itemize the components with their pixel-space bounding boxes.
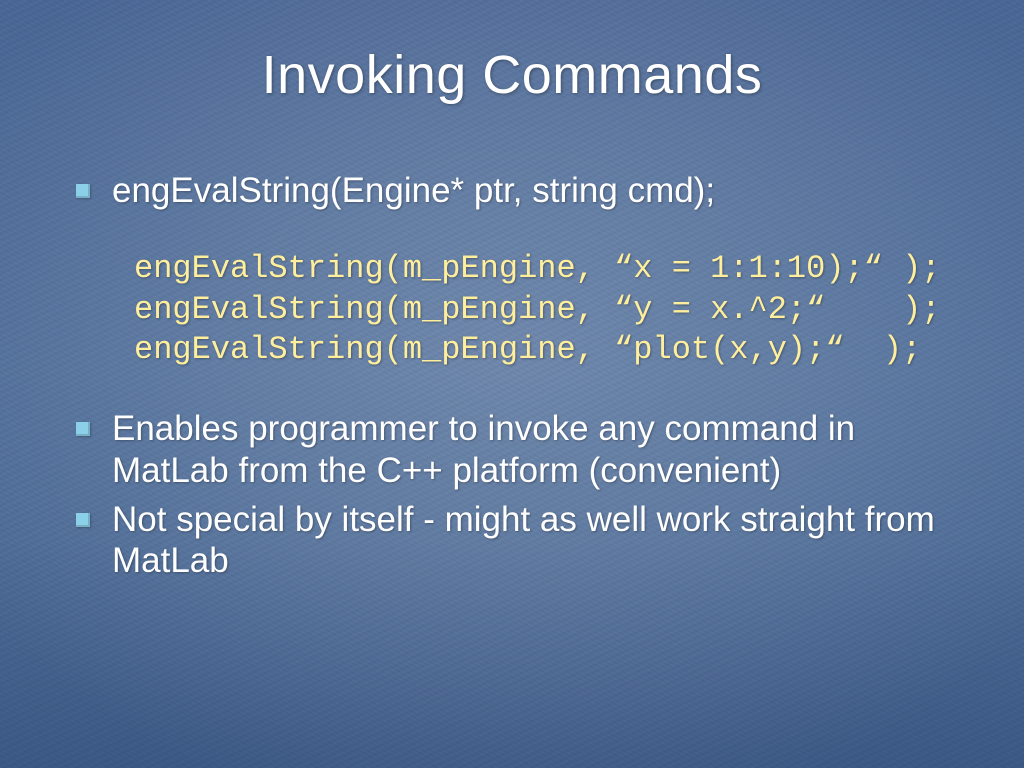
bullet-list-2: Enables programmer to invoke any command… [68, 408, 974, 581]
slide: Invoking Commands engEvalString(Engine* … [0, 0, 1024, 768]
spacer [68, 370, 974, 408]
bullet-item-3: Not special by itself - might as well wo… [68, 499, 974, 582]
bullet-text-1: engEvalString(Engine* ptr, string cmd); [112, 171, 715, 210]
bullet-item-1: engEvalString(Engine* ptr, string cmd); [68, 170, 974, 211]
spacer [68, 219, 974, 249]
code-line-1: engEvalString(m_pEngine, “x = 1:1:10);“ … [134, 250, 941, 287]
bullet-text-3: Not special by itself - might as well wo… [112, 500, 935, 580]
slide-title: Invoking Commands [0, 44, 1024, 106]
code-line-3: engEvalString(m_pEngine, “plot(x,y);“ ); [134, 331, 921, 368]
slide-body: engEvalString(Engine* ptr, string cmd); … [68, 170, 974, 589]
bullet-item-2: Enables programmer to invoke any command… [68, 408, 974, 491]
bullet-text-2: Enables programmer to invoke any command… [112, 409, 855, 489]
code-block: engEvalString(m_pEngine, “x = 1:1:10);“ … [134, 249, 974, 370]
code-line-2: engEvalString(m_pEngine, “y = x.^2;“ ); [134, 291, 941, 328]
bullet-list: engEvalString(Engine* ptr, string cmd); [68, 170, 974, 211]
